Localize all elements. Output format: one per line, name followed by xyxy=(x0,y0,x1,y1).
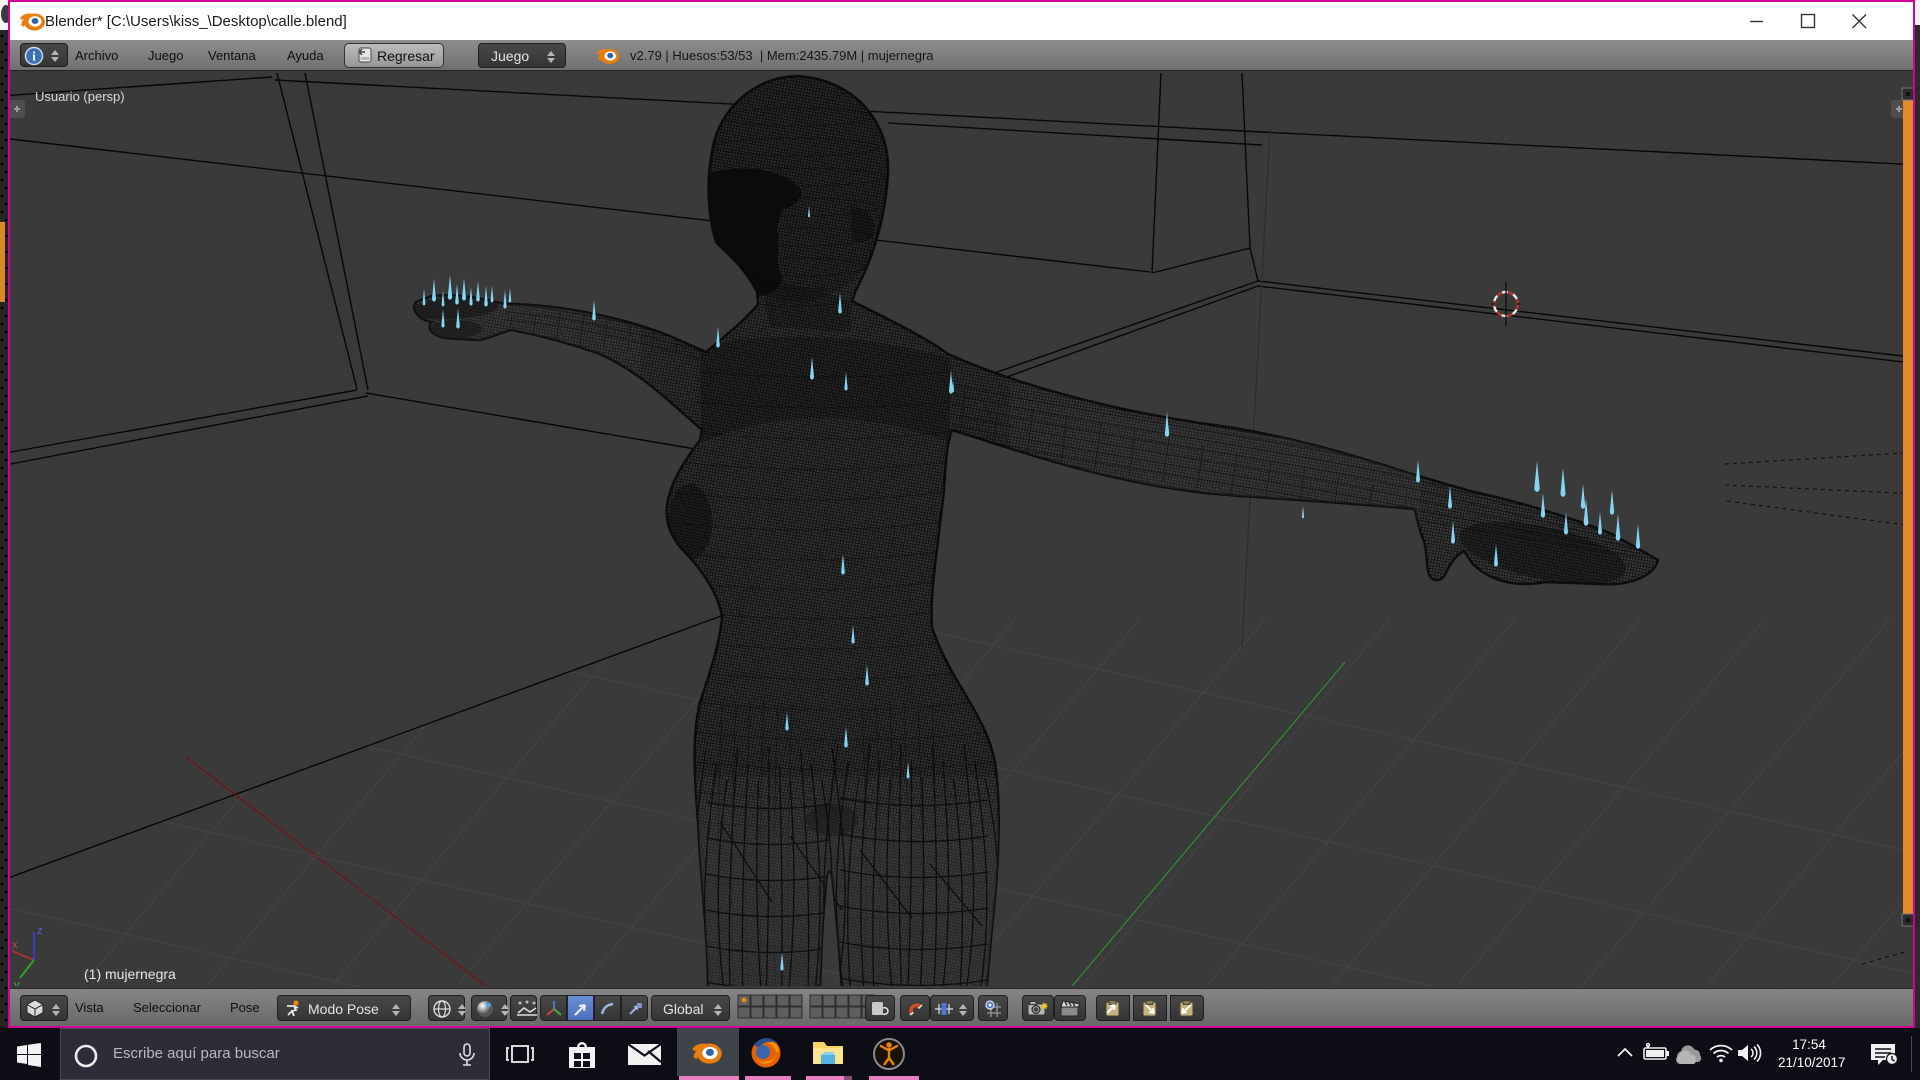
svg-text:x: x xyxy=(12,939,18,951)
svg-text:Usuario (persp): Usuario (persp) xyxy=(35,89,125,104)
svg-text:i: i xyxy=(32,49,36,64)
svg-text:y: y xyxy=(14,979,20,986)
svg-text:z: z xyxy=(37,925,43,937)
svg-text:(1) mujernegra: (1) mujernegra xyxy=(84,966,176,982)
